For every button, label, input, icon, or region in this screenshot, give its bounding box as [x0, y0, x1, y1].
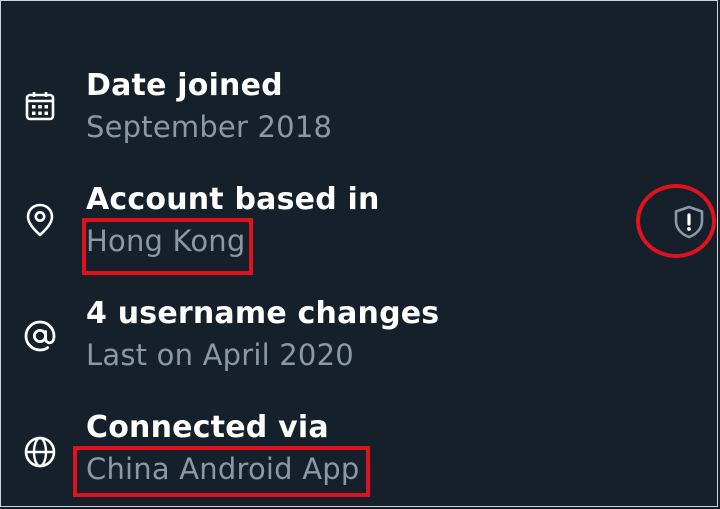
calendar-icon [22, 88, 58, 124]
about-item-title: Date joined [86, 68, 283, 103]
at-sign-icon [22, 318, 58, 354]
highlight-box-connected-via [73, 446, 370, 497]
about-item-value: Last on April 2020 [86, 338, 354, 372]
about-item-value: September 2018 [86, 110, 333, 144]
about-item-date-joined: Date joined September 2018 [0, 60, 720, 160]
highlight-box-location [82, 218, 253, 275]
highlight-circle-shield [636, 184, 716, 258]
about-item-username-changes: 4 username changes Last on April 2020 [0, 288, 720, 388]
about-item-title: 4 username changes [86, 296, 440, 331]
about-item-title: Connected via [86, 410, 329, 445]
about-item-title: Account based in [86, 182, 380, 217]
location-pin-icon [22, 202, 58, 238]
globe-icon [22, 434, 58, 470]
